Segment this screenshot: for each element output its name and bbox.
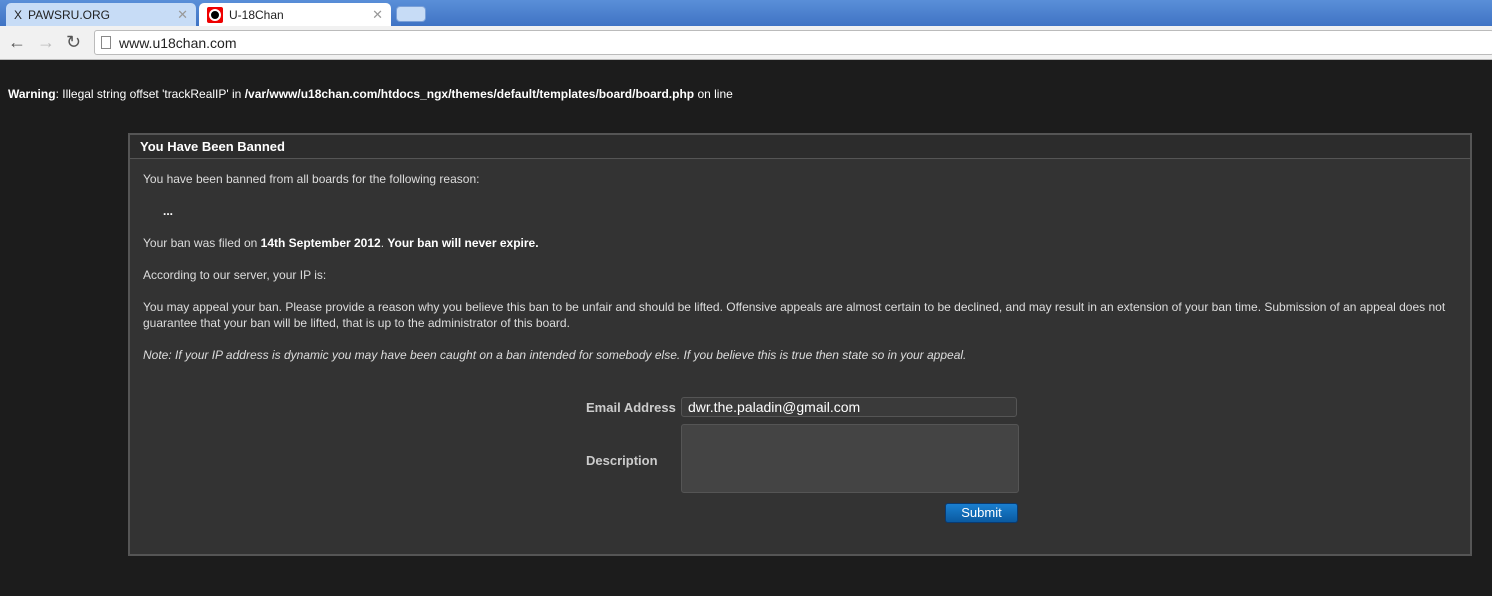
ban-panel: You Have Been Banned You have been banne… [128,133,1472,556]
tab-pawsru[interactable]: X PAWSRU.ORG ✕ [6,3,196,26]
warning-path: /var/www/u18chan.com/htdocs_ngx/themes/d… [244,87,695,101]
filed-date: 14th September 2012 [260,236,381,250]
paw-favicon-icon [207,6,223,23]
description-label: Description [586,453,658,468]
ban-intro: You have been banned from all boards for… [143,172,480,186]
tab-u18chan[interactable]: U-18Chan ✕ [199,3,391,26]
panel-title: You Have Been Banned [130,135,1470,159]
url-text: www.u18chan.com [119,35,237,51]
browser-toolbar: ← → ↻ www.u18chan.com [0,26,1492,60]
tab-label: PAWSRU.ORG [28,7,111,22]
filed-prefix: Your ban was filed on [143,236,261,250]
tab-label: U-18Chan [229,7,284,22]
warning-text: : Illegal string offset 'trackRealIP' in [55,87,245,101]
php-warning: Warning: Illegal string offset 'trackRea… [8,87,733,101]
description-textarea[interactable] [681,424,1019,493]
forward-icon[interactable]: → [37,32,55,53]
warning-suffix: on line [694,87,733,101]
x-favicon-icon: X [14,7,23,22]
ban-filed: Your ban was filed on 14th September 201… [143,235,1457,251]
back-icon[interactable]: ← [8,32,26,53]
reload-icon[interactable]: ↻ [66,32,81,53]
tab-strip: X PAWSRU.ORG ✕ U-18Chan ✕ [0,0,1492,26]
ban-reason: ... [163,204,174,218]
close-tab-icon[interactable]: ✕ [177,7,188,23]
appeal-text: You may appeal your ban. Please provide … [143,300,1446,330]
close-tab-icon[interactable]: ✕ [372,7,383,23]
ip-text: According to our server, your IP is: [143,268,327,282]
email-label: Email Address [586,400,676,415]
ban-expiry: Your ban will never expire. [387,236,539,250]
page-icon [101,36,111,49]
address-bar[interactable]: www.u18chan.com [94,30,1492,55]
email-field[interactable]: dwr.the.paladin@gmail.com [681,397,1017,417]
note-text: Note: If your IP address is dynamic you … [143,348,967,362]
warning-label: Warning [8,87,56,101]
submit-button[interactable]: Submit [945,503,1018,523]
new-tab-button[interactable] [396,6,426,22]
